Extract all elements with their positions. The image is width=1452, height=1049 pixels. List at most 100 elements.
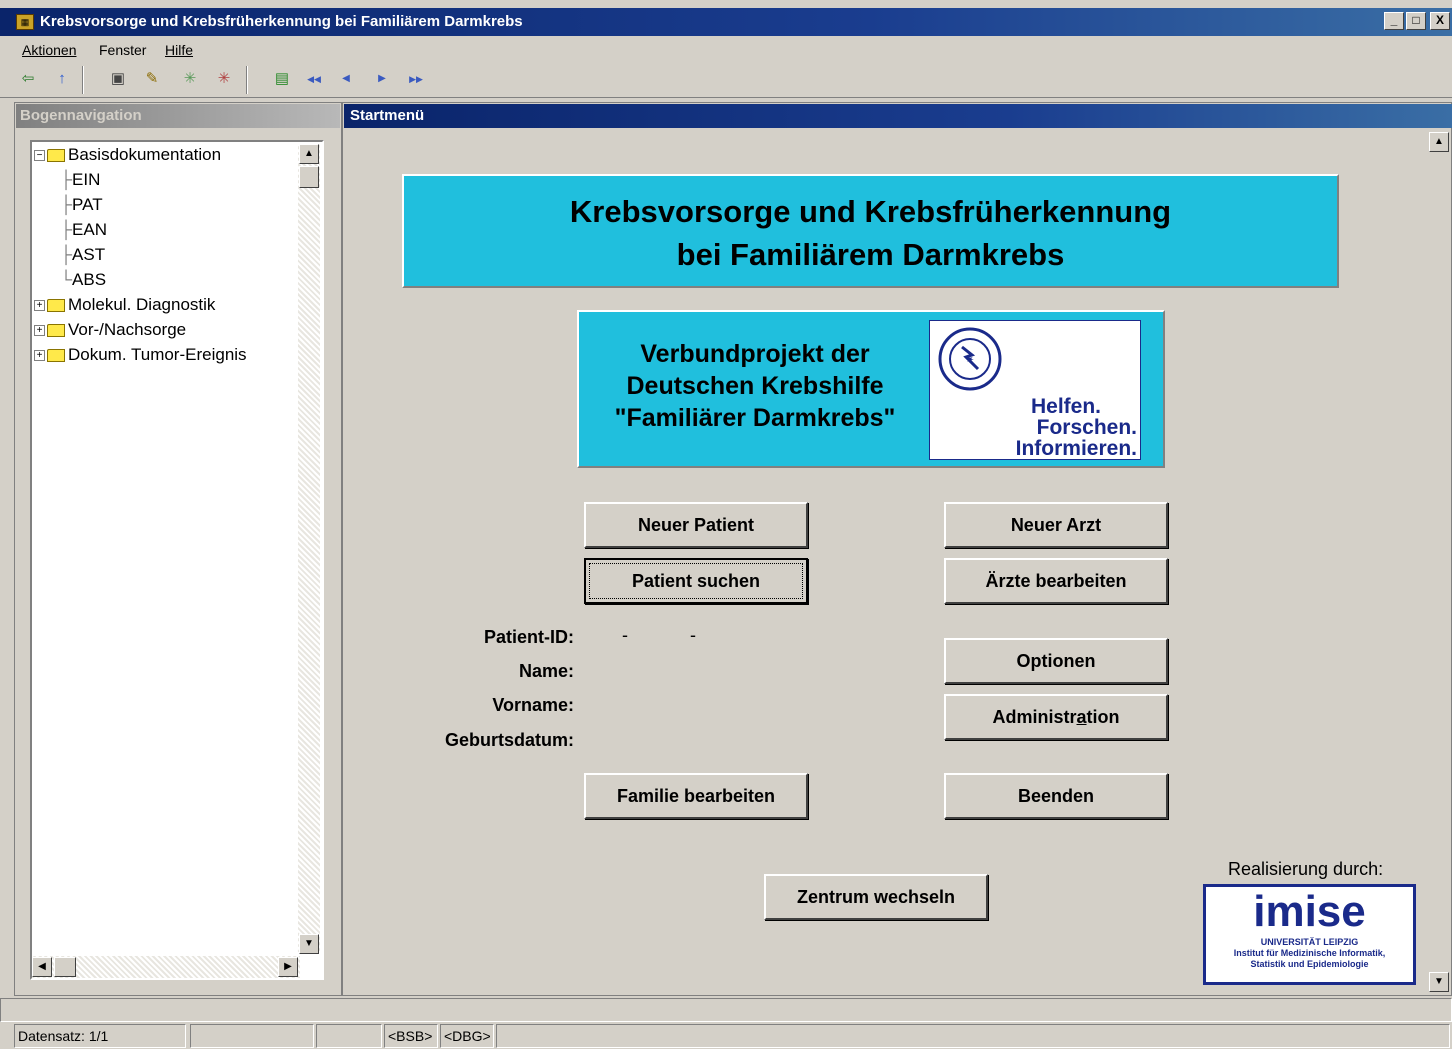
- edit-icon[interactable]: ✎: [140, 66, 164, 92]
- menu-bar: [0, 38, 1452, 62]
- expand-icon[interactable]: +: [34, 325, 45, 337]
- app-banner: Krebsvorsorge und Krebsfrüherkennung bei…: [402, 174, 1339, 288]
- slogan-line-2: Forschen.: [1036, 416, 1137, 439]
- status-dbg: <DBG>: [440, 1024, 494, 1048]
- tree-node-molekul-diagnostik[interactable]: + Molekul. Diagnostik: [34, 292, 247, 317]
- collapse-icon[interactable]: −: [34, 150, 45, 162]
- status-cell-empty-3: [496, 1024, 1450, 1048]
- status-message-area: [0, 998, 1452, 1022]
- tree-leaf-abs[interactable]: └ABS: [34, 267, 247, 292]
- expand-icon[interactable]: +: [34, 300, 45, 312]
- scroll-down-button[interactable]: ▼: [299, 934, 319, 954]
- tree-leaf-label: AST: [72, 245, 106, 264]
- toolbar-separator: [82, 66, 84, 94]
- edit-doctors-button[interactable]: Ärzte bearbeiten: [944, 558, 1168, 604]
- new-patient-button[interactable]: Neuer Patient: [584, 502, 808, 548]
- project-text: Verbundprojekt der Deutschen Krebshilfe …: [590, 338, 920, 434]
- tree-node-vor-nachsorge[interactable]: + Vor-/Nachsorge: [34, 317, 247, 342]
- tree-node-label: Dokum. Tumor-Ereignis: [68, 345, 247, 364]
- close-button[interactable]: X: [1430, 12, 1450, 30]
- maximize-button[interactable]: □: [1406, 12, 1426, 30]
- minimize-button[interactable]: _: [1384, 12, 1404, 30]
- krebshilfe-slogan: Helfen. Forschen. Informieren.: [929, 396, 1137, 459]
- slogan-line-1: Helfen.: [1030, 395, 1101, 418]
- status-bsb: <BSB>: [384, 1024, 438, 1048]
- folder-icon: [47, 349, 65, 363]
- folder-icon: [47, 299, 65, 313]
- exit-icon[interactable]: ⇦: [16, 66, 40, 92]
- tree-leaf-label: EIN: [72, 170, 101, 189]
- expand-icon[interactable]: +: [34, 350, 45, 362]
- toolbar-separator: [246, 66, 248, 94]
- tree-leaf-ean[interactable]: ├EAN: [34, 217, 247, 242]
- quit-button[interactable]: Beenden: [944, 773, 1168, 819]
- administration-accel: a: [1076, 707, 1087, 727]
- imise-wordmark: imise: [1253, 887, 1366, 936]
- folder-icon: [47, 324, 65, 338]
- project-line-2: Deutschen Krebshilfe: [626, 372, 884, 400]
- scroll-left-button[interactable]: ◀: [32, 957, 52, 977]
- administration-label-end: tion: [1086, 707, 1120, 727]
- prev-record-icon[interactable]: ◀: [334, 66, 358, 92]
- main-scroll-down-button[interactable]: ▼: [1429, 972, 1449, 992]
- slogan-line-3: Informieren.: [1015, 437, 1137, 460]
- first-record-icon[interactable]: ◀◀: [302, 66, 326, 92]
- patient-id-value-1: -: [622, 625, 628, 645]
- tree-vertical-scrollbar[interactable]: [298, 144, 320, 952]
- tree-node-label: Vor-/Nachsorge: [68, 320, 187, 339]
- window-title-bar: Krebsvorsorge und Krebsfrüherkennung bei…: [0, 8, 1452, 36]
- tree-leaf-label: PAT: [72, 195, 103, 214]
- imise-line-3: Statistik und Epidemiologie: [1250, 959, 1369, 969]
- status-cell-empty-1: [190, 1024, 314, 1048]
- green-tool-icon[interactable]: ✳: [178, 66, 202, 92]
- status-cell-empty-2: [316, 1024, 382, 1048]
- start-menu-title: Startmenü: [344, 104, 1452, 128]
- search-patient-button[interactable]: Patient suchen: [584, 558, 808, 604]
- realized-by-label: Realisierung durch:: [1228, 859, 1384, 879]
- status-record: Datensatz: 1/1: [14, 1024, 186, 1048]
- main-scroll-up-button[interactable]: ▲: [1429, 132, 1449, 152]
- last-record-icon[interactable]: ▶▶: [404, 66, 428, 92]
- scroll-up-button[interactable]: ▲: [299, 144, 319, 164]
- banner-line-1: Krebsvorsorge und Krebsfrüherkennung: [569, 194, 1172, 229]
- tree-leaf-label: EAN: [72, 220, 108, 239]
- imise-logo: imise UNIVERSITÄT LEIPZIG Institut für M…: [1203, 884, 1416, 985]
- folder-icon: [47, 149, 65, 163]
- save-icon[interactable]: ▣: [106, 66, 130, 92]
- patient-id-label: Patient-ID:: [484, 627, 574, 647]
- up-icon[interactable]: ↑: [50, 66, 74, 92]
- menu-fenster[interactable]: Fenster: [99, 42, 146, 58]
- patient-id-value-2: -: [690, 625, 696, 645]
- tree-node-tumor-ereignis[interactable]: + Dokum. Tumor-Ereignis: [34, 342, 247, 367]
- tree: − Basisdokumentation ├EIN ├PAT ├EAN ├AST …: [34, 142, 247, 367]
- menu-hilfe[interactable]: Hilfe: [165, 42, 193, 58]
- tree-node-label: Molekul. Diagnostik: [68, 295, 216, 314]
- new-record-icon[interactable]: ▤: [270, 66, 294, 92]
- change-center-button[interactable]: Zentrum wechseln: [764, 874, 988, 920]
- scroll-thumb[interactable]: [299, 166, 319, 188]
- tree-leaf-pat[interactable]: ├PAT: [34, 192, 247, 217]
- firstname-label: Vorname:: [492, 695, 574, 715]
- hscroll-thumb[interactable]: [54, 957, 76, 977]
- next-record-icon[interactable]: ▶: [370, 66, 394, 92]
- tree-leaf-ast[interactable]: ├AST: [34, 242, 247, 267]
- options-button[interactable]: Optionen: [944, 638, 1168, 684]
- svg-text:✷: ✷: [966, 355, 974, 366]
- administration-button[interactable]: Administration: [944, 694, 1168, 740]
- navigation-panel-title: Bogennavigation: [16, 104, 340, 128]
- window-title: Krebsvorsorge und Krebsfrüherkennung bei…: [40, 13, 523, 30]
- menu-aktionen[interactable]: Aktionen: [22, 42, 76, 58]
- imise-line-1: UNIVERSITÄT LEIPZIG: [1260, 937, 1359, 947]
- red-tool-icon[interactable]: ✳: [212, 66, 236, 92]
- name-label: Name:: [518, 661, 574, 681]
- scroll-right-button[interactable]: ▶: [278, 957, 298, 977]
- app-icon[interactable]: ▦: [16, 14, 34, 30]
- banner-line-2: bei Familiärem Darmkrebs: [676, 237, 1065, 272]
- edit-family-button[interactable]: Familie bearbeiten: [584, 773, 808, 819]
- tree-node-basisdokumentation[interactable]: − Basisdokumentation: [34, 142, 247, 167]
- krebshilfe-seal-icon: ✷: [938, 327, 1002, 391]
- project-line-3: "Familiärer Darmkrebs": [614, 404, 896, 432]
- new-doctor-button[interactable]: Neuer Arzt: [944, 502, 1168, 548]
- tree-leaf-ein[interactable]: ├EIN: [34, 167, 247, 192]
- tree-node-label: Basisdokumentation: [68, 145, 222, 164]
